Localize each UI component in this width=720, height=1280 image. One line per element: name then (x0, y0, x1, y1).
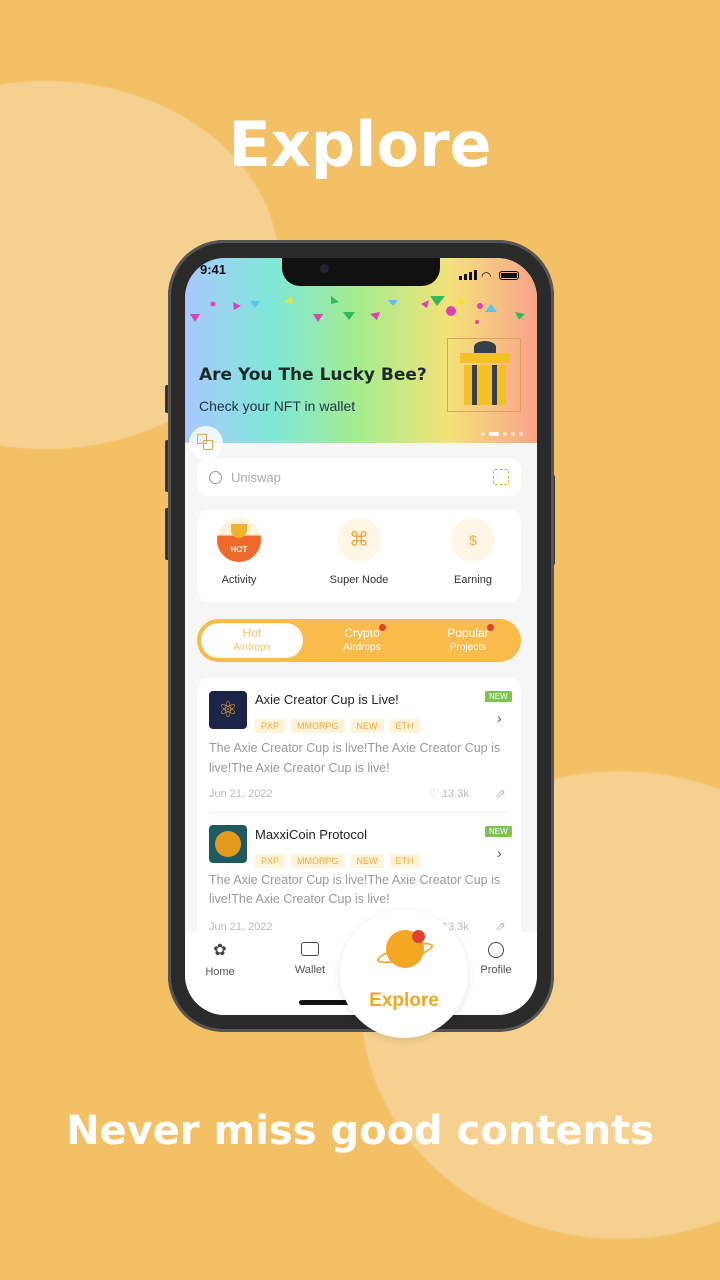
category-tabs: Hot Airdrops Crypto Airdrops Popular Projec… (197, 619, 521, 662)
carousel-indicator[interactable] (481, 432, 523, 436)
nav-profile[interactable]: Profile (471, 940, 521, 976)
node-icon: ⌘ (337, 518, 381, 562)
tab-hot-airdrops[interactable]: Hot Airdrops (201, 623, 303, 658)
post-title: MaxxiCoin Protocol (255, 827, 367, 842)
super-node-button[interactable]: ⌘ Super Node (315, 518, 403, 586)
tab-subtitle: Airdrops (233, 642, 271, 653)
headline: Explore (228, 108, 492, 181)
tagline: Never miss good contents (66, 1108, 654, 1154)
wallet-dollar-icon: $ (451, 518, 495, 562)
profile-icon (488, 942, 504, 958)
new-badge: NEW (485, 691, 512, 702)
wifi-icon: ◠ (481, 269, 492, 283)
nav-home[interactable]: ✿ Home (197, 940, 243, 978)
post-description: The Axie Creator Cup is live!The Axie Cr… (209, 873, 501, 906)
status-time: 9:41 (200, 262, 227, 277)
search-placeholder: Uniswap (231, 469, 281, 485)
tab-title: Popular (447, 626, 489, 640)
earning-label: Earning (454, 574, 492, 586)
tab-title: Hot (242, 626, 262, 640)
super-node-label: Super Node (329, 574, 389, 586)
gift-icon (447, 338, 521, 412)
project-logo: ⚛ (209, 691, 247, 729)
explore-label: Explore (369, 990, 439, 1011)
post-tags: PXP MMORPG NEW ETH (255, 716, 426, 734)
hot-badge: HOT (230, 545, 248, 554)
battery-icon (499, 271, 519, 280)
wallet-icon (301, 942, 319, 956)
activity-label: Activity (221, 574, 257, 586)
post-tags: PXP MMORPG NEW ETH (255, 851, 426, 869)
notification-dot (487, 624, 494, 631)
activity-button[interactable]: HOT Activity (197, 518, 281, 586)
nav-label: Profile (480, 964, 512, 976)
scan-icon[interactable] (493, 469, 509, 485)
post-date: Jun 21, 2022 (209, 788, 273, 800)
nav-explore[interactable]: Explore (340, 910, 468, 1038)
heart-icon: ♡ (429, 788, 439, 800)
translate-icon[interactable] (189, 426, 223, 460)
project-logo (209, 825, 247, 863)
tab-subtitle: Projects (449, 642, 487, 653)
tab-title: Crypto (344, 626, 380, 640)
search-input[interactable]: Uniswap (197, 458, 521, 496)
quick-actions: HOT Activity ⌘ Super Node $ Earning (197, 510, 521, 602)
earning-button[interactable]: $ Earning (431, 518, 515, 586)
post-card[interactable]: ⚛ Axie Creator Cup is Live! PXP MMORPG NEW… (197, 678, 521, 813)
phone-screen: Are You The Lucky Bee? Check your NFT in… (185, 258, 537, 1015)
chevron-right-icon[interactable]: › (497, 845, 502, 861)
tab-popular-projects[interactable]: Popular Projects (419, 623, 517, 658)
tab-subtitle: Airdrops (343, 642, 381, 653)
notch (282, 258, 440, 286)
chevron-right-icon[interactable]: › (497, 710, 502, 726)
share-icon[interactable]: ⇗ (495, 786, 506, 802)
new-badge: NEW (485, 826, 512, 837)
post-description: The Axie Creator Cup is live!The Axie Cr… (209, 741, 501, 775)
post-card[interactable]: MaxxiCoin Protocol PXP MMORPG NEW ETH NEW ›… (197, 813, 521, 945)
tab-crypto-airdrops[interactable]: Crypto Airdrops (313, 623, 411, 658)
notification-dot (412, 930, 425, 943)
nav-wallet[interactable]: Wallet (287, 940, 333, 976)
post-title: Axie Creator Cup is Live! (255, 692, 399, 707)
banner-title: Are You The Lucky Bee? (199, 365, 427, 385)
banner-subtitle: Check your NFT in wallet (199, 398, 356, 414)
trophy-icon: HOT (217, 518, 261, 562)
nav-label: Home (205, 966, 235, 978)
like-count: 13.3k (441, 788, 469, 800)
signal-icon (459, 270, 477, 280)
search-icon (209, 470, 222, 484)
nav-label: Wallet (294, 964, 326, 976)
bee-icon: ✿ (213, 942, 227, 959)
like-button[interactable]: ♡ 13.3k (429, 787, 469, 800)
notification-dot (379, 624, 386, 631)
confetti-icon (190, 296, 525, 324)
